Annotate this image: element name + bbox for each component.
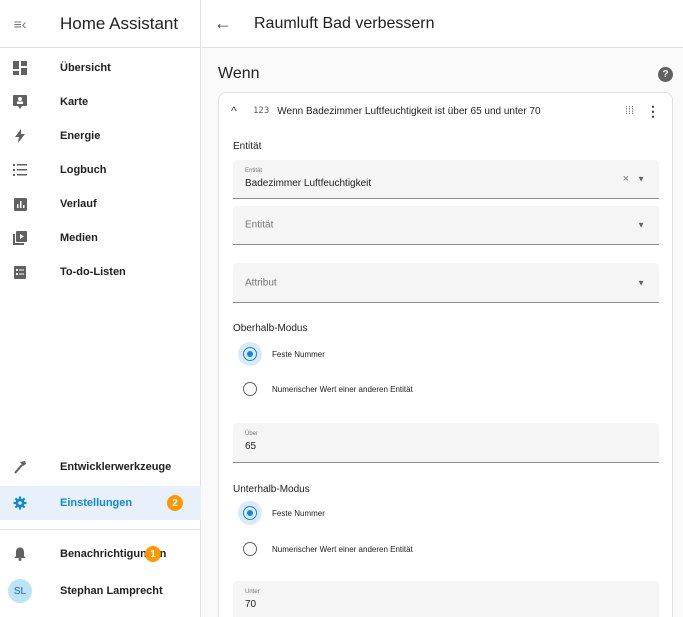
sidebar-item-energie[interactable]: Energie <box>0 119 201 153</box>
notifications-badge: 1 <box>145 546 161 562</box>
clipboard-list-icon <box>0 265 40 279</box>
radio-halo <box>238 501 262 525</box>
cog-icon <box>0 496 40 510</box>
entity-section-label: Entität <box>233 141 262 152</box>
above-value-field[interactable]: Über 65 <box>233 423 659 463</box>
below-value-field[interactable]: Unter 70 <box>233 581 659 617</box>
sidebar-item-uebersicht[interactable]: Übersicht <box>0 51 201 85</box>
below-radio-entity[interactable]: Numerischer Wert einer anderen Entität <box>243 537 413 561</box>
radio-label: Numerischer Wert einer anderen Entität <box>272 384 413 394</box>
chevron-up-icon[interactable]: ^ <box>231 104 245 118</box>
avatar: SL <box>8 579 32 603</box>
entity-field-2-placeholder: Entität <box>245 219 274 231</box>
map-account-icon <box>0 95 40 109</box>
sidebar-item-label: Verlauf <box>60 198 97 210</box>
radio-halo <box>238 342 262 366</box>
user-name: Stephan Lamprecht <box>60 585 163 597</box>
bell-icon <box>0 547 40 561</box>
above-radio-fixed[interactable]: Feste Nummer <box>238 342 325 366</box>
sidebar-item-einstellungen[interactable]: Einstellungen 2 <box>0 486 201 520</box>
sidebar: ≡‹ Home Assistant Übersicht Karte Energi… <box>0 0 201 617</box>
below-field-value: 70 <box>245 599 257 610</box>
menu-toggle-icon[interactable]: ≡‹ <box>0 16 40 32</box>
sidebar-item-label: Medien <box>60 232 98 244</box>
sidebar-item-todo[interactable]: To-do-Listen <box>0 255 201 289</box>
clear-icon[interactable]: × <box>623 173 629 185</box>
sidebar-item-label: Übersicht <box>60 62 111 74</box>
sidebar-item-verlauf[interactable]: Verlauf <box>0 187 201 221</box>
above-field-value: 65 <box>245 441 257 452</box>
radio-selected[interactable] <box>243 506 257 520</box>
sidebar-item-medien[interactable]: Medien <box>0 221 201 255</box>
sidebar-item-label: Logbuch <box>60 164 107 176</box>
radio-label: Numerischer Wert einer anderen Entität <box>272 544 413 554</box>
condition-card-header[interactable]: ^ 123 Wenn Badezimmer Luftfeuchtigkeit i… <box>219 93 672 129</box>
below-field-label: Unter <box>245 589 260 595</box>
attribute-field[interactable]: Attribut ▼ <box>233 263 659 303</box>
sidebar-divider <box>0 529 201 530</box>
sidebar-item-label: Energie <box>60 130 101 142</box>
above-radio-entity[interactable]: Numerischer Wert einer anderen Entität <box>243 377 413 401</box>
settings-badge: 2 <box>167 495 183 511</box>
sidebar-header: ≡‹ Home Assistant <box>0 0 200 48</box>
hammer-icon <box>0 460 40 474</box>
sidebar-item-label: To-do-Listen <box>60 266 126 278</box>
above-mode-label: Oberhalb-Modus <box>233 323 308 334</box>
drag-handle-icon[interactable]: ⁞⁞⁞ <box>625 105 634 117</box>
condition-headline: Wenn Badezimmer Luftfeuchtigkeit ist übe… <box>277 105 541 117</box>
entity-field-label: Entität <box>245 168 263 174</box>
chart-box-icon <box>0 197 40 211</box>
above-field-label: Über <box>245 431 259 437</box>
radio-selected[interactable] <box>243 347 257 361</box>
dropdown-arrow-icon[interactable]: ▼ <box>637 221 645 230</box>
section-header: Wenn ? <box>218 63 673 85</box>
radio-halo <box>238 537 262 561</box>
format-list-icon <box>0 164 40 176</box>
radio-halo <box>238 377 262 401</box>
entity-field[interactable]: Entität Badezimmer Luftfeuchtigkeit × ▼ <box>233 160 659 199</box>
radio-label: Feste Nummer <box>272 349 325 359</box>
sidebar-item-user[interactable]: SL Stephan Lamprecht <box>0 574 201 608</box>
sidebar-item-label: Einstellungen <box>60 497 133 509</box>
numeric-icon: 123 <box>253 106 270 116</box>
sidebar-item-label: Entwicklerwerkzeuge <box>60 461 172 473</box>
top-bar: ← Raumluft Bad verbessern <box>202 0 683 48</box>
sidebar-item-devtools[interactable]: Entwicklerwerkzeuge <box>0 450 201 484</box>
sidebar-item-label: Karte <box>60 96 89 108</box>
dropdown-arrow-icon[interactable]: ▼ <box>637 278 645 287</box>
more-vertical-icon[interactable]: ⋮ <box>646 103 660 120</box>
radio-unselected[interactable] <box>243 382 257 396</box>
back-arrow-icon[interactable]: ← <box>214 13 254 34</box>
play-box-multiple-icon <box>0 231 40 245</box>
attribute-field-placeholder: Attribut <box>245 277 277 288</box>
help-icon[interactable]: ? <box>658 66 673 82</box>
below-radio-fixed[interactable]: Feste Nummer <box>238 501 325 525</box>
sidebar-item-logbuch[interactable]: Logbuch <box>0 153 201 187</box>
entity-field-2[interactable]: Entität ▼ <box>233 206 659 245</box>
below-mode-label: Unterhalb-Modus <box>233 484 310 495</box>
app-title: Home Assistant <box>60 13 179 33</box>
dashboard-icon <box>0 61 40 75</box>
avatar-wrap: SL <box>0 579 40 603</box>
lightning-bolt-icon <box>0 129 40 143</box>
page-title: Raumluft Bad verbessern <box>254 14 435 32</box>
condition-card: ^ 123 Wenn Badezimmer Luftfeuchtigkeit i… <box>218 92 673 617</box>
sidebar-item-notifications[interactable]: Benachrichtigungen 1 <box>0 537 201 571</box>
main-content: ← Raumluft Bad verbessern Wenn ? ^ 123 W… <box>202 0 683 617</box>
entity-field-value: Badezimmer Luftfeuchtigkeit <box>245 178 372 189</box>
radio-label: Feste Nummer <box>272 508 325 518</box>
sidebar-item-karte[interactable]: Karte <box>0 85 201 119</box>
radio-unselected[interactable] <box>243 542 257 556</box>
section-title: Wenn <box>218 65 260 82</box>
dropdown-arrow-icon[interactable]: ▼ <box>637 175 645 184</box>
